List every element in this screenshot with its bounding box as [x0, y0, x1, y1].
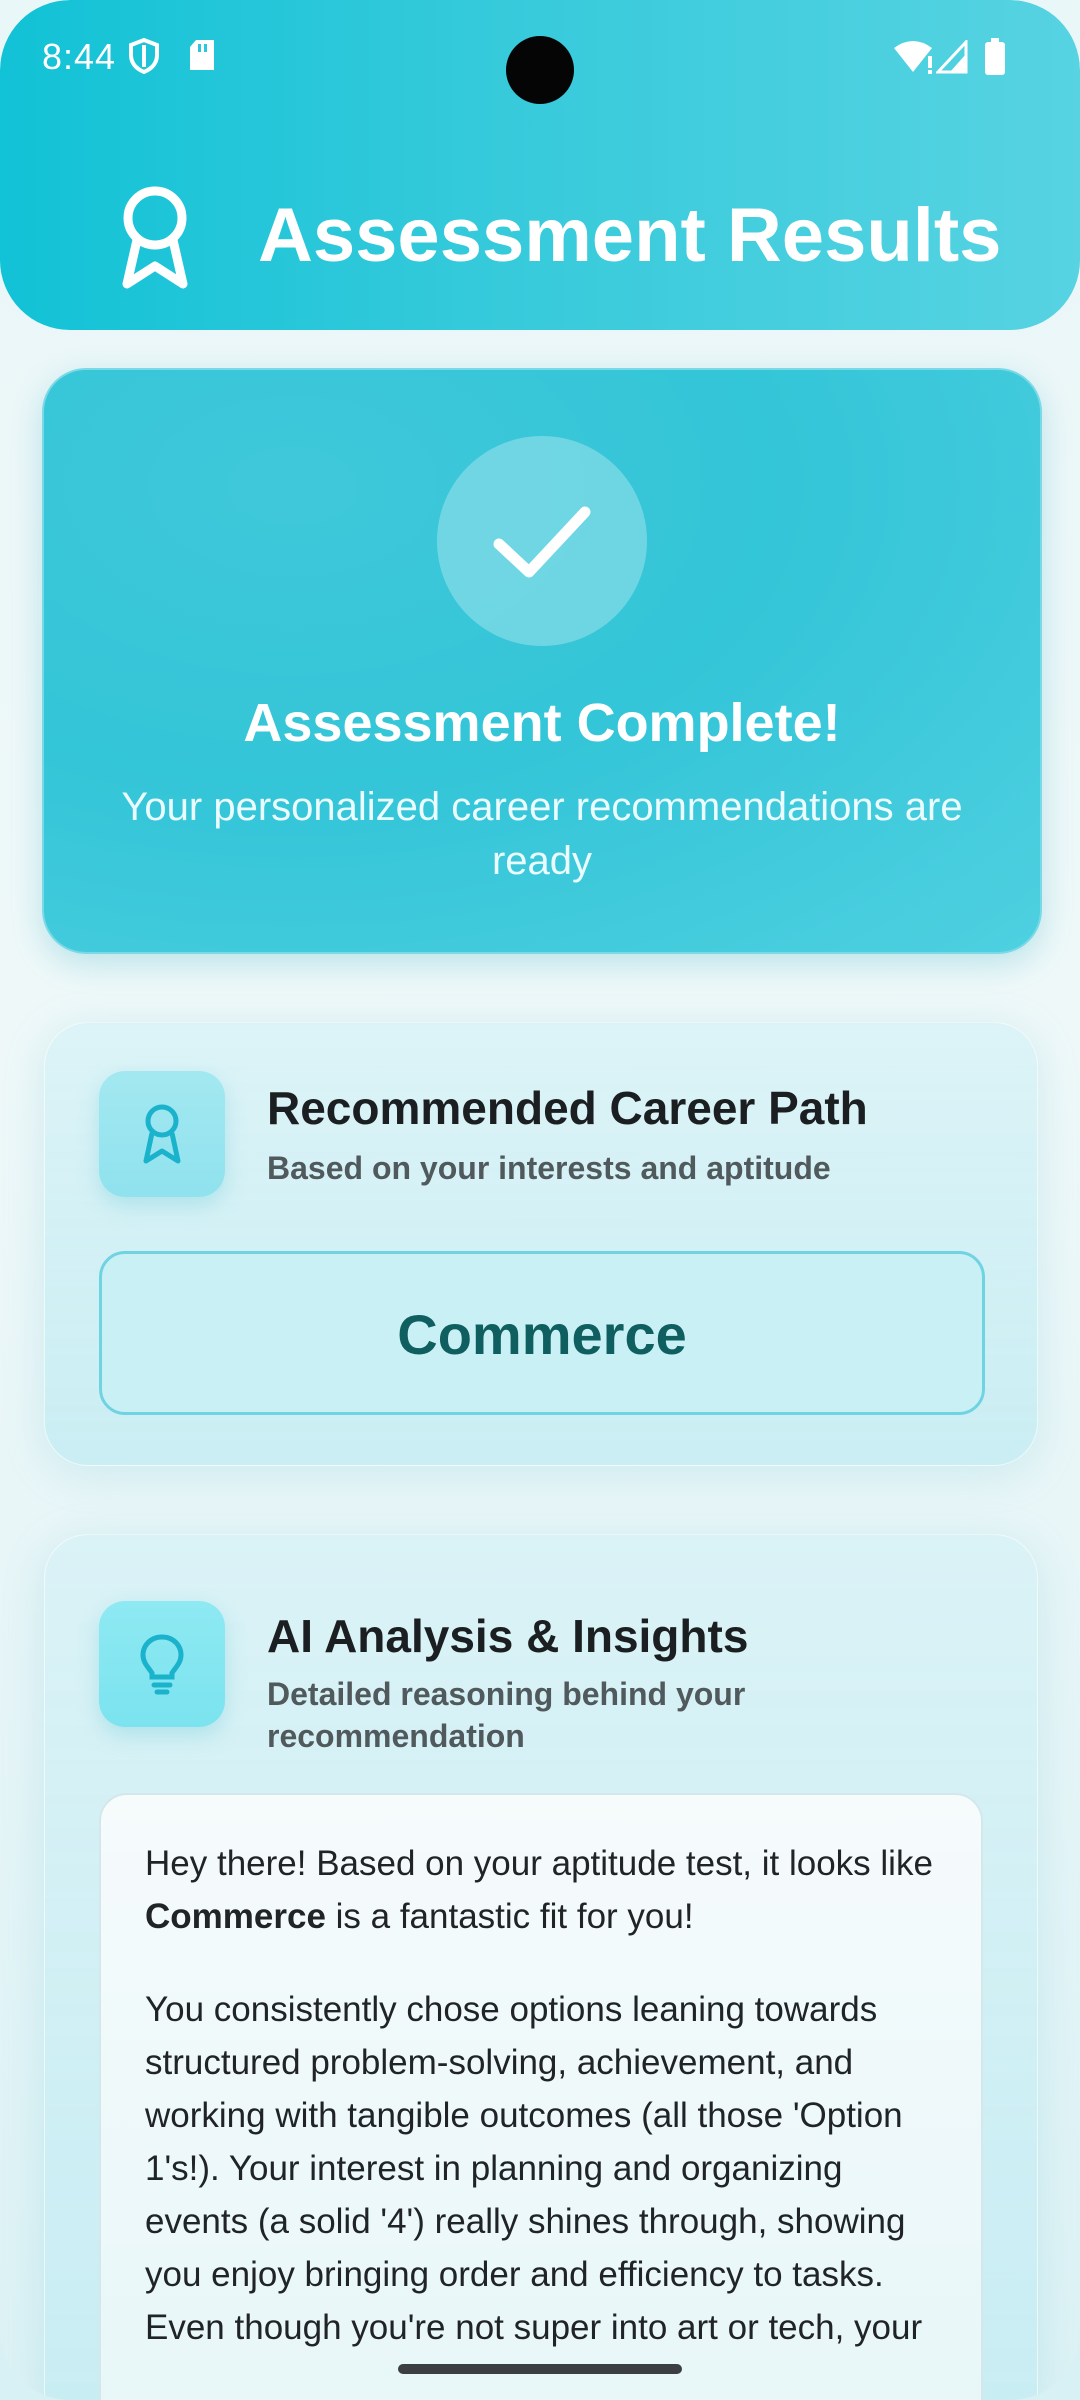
completion-title: Assessment Complete!	[243, 693, 841, 753]
career-path-card: Recommended Career Path Based on your in…	[44, 1022, 1038, 1466]
screen: 8:44 Assessment Results Assessment Compl…	[0, 0, 1080, 2400]
career-card-subtitle: Based on your interests and aptitude	[267, 1150, 831, 1186]
analysis-paragraph-2: You consistently chose options leaning t…	[145, 1990, 923, 2347]
sd-card-icon	[188, 38, 216, 77]
battery-icon	[984, 38, 1006, 81]
status-bar: 8:44	[0, 0, 1080, 120]
analysis-card-title: AI Analysis & Insights	[267, 1610, 749, 1662]
career-card-title: Recommended Career Path	[267, 1082, 868, 1134]
analysis-paragraph-1-end: is a fantastic fit for you!	[325, 1897, 694, 1936]
award-ribbon-icon	[115, 182, 195, 292]
career-card-icon-tile	[99, 1071, 225, 1197]
wifi-icon	[892, 40, 934, 79]
checkmark-badge	[437, 436, 647, 646]
analysis-paragraph-1-text: Hey there! Based on your aptitude test, …	[145, 1844, 933, 1883]
page-title: Assessment Results	[258, 193, 1002, 278]
home-indicator[interactable]	[398, 2364, 682, 2374]
analysis-paragraph-1: Hey there! Based on your aptitude test, …	[145, 1837, 945, 1943]
recommended-career-box: Commerce	[99, 1251, 985, 1415]
analysis-card-icon-tile	[99, 1601, 225, 1727]
front-camera	[506, 36, 574, 104]
analysis-text-box: Hey there! Based on your aptitude test, …	[99, 1793, 983, 2400]
shield-icon	[128, 37, 160, 79]
analysis-card-subtitle: Detailed reasoning behind your recommend…	[267, 1676, 746, 1754]
lightbulb-icon	[140, 1634, 184, 1695]
recommended-career: Commerce	[397, 1303, 687, 1366]
award-icon	[143, 1104, 181, 1164]
completion-subtitle: Your personalized career recommendations…	[121, 785, 963, 883]
app-header: 8:44 Assessment Results	[0, 0, 1080, 330]
completion-banner: Assessment Complete! Your personalized c…	[42, 368, 1042, 954]
ai-analysis-card: AI Analysis & Insights Detailed reasonin…	[44, 1534, 1038, 2400]
cell-signal-icon	[934, 38, 968, 79]
status-time: 8:44	[42, 36, 117, 77]
analysis-highlight-career: Commerce	[145, 1897, 326, 1936]
checkmark-icon	[493, 506, 591, 578]
header-title-row: Assessment Results	[0, 170, 1080, 300]
